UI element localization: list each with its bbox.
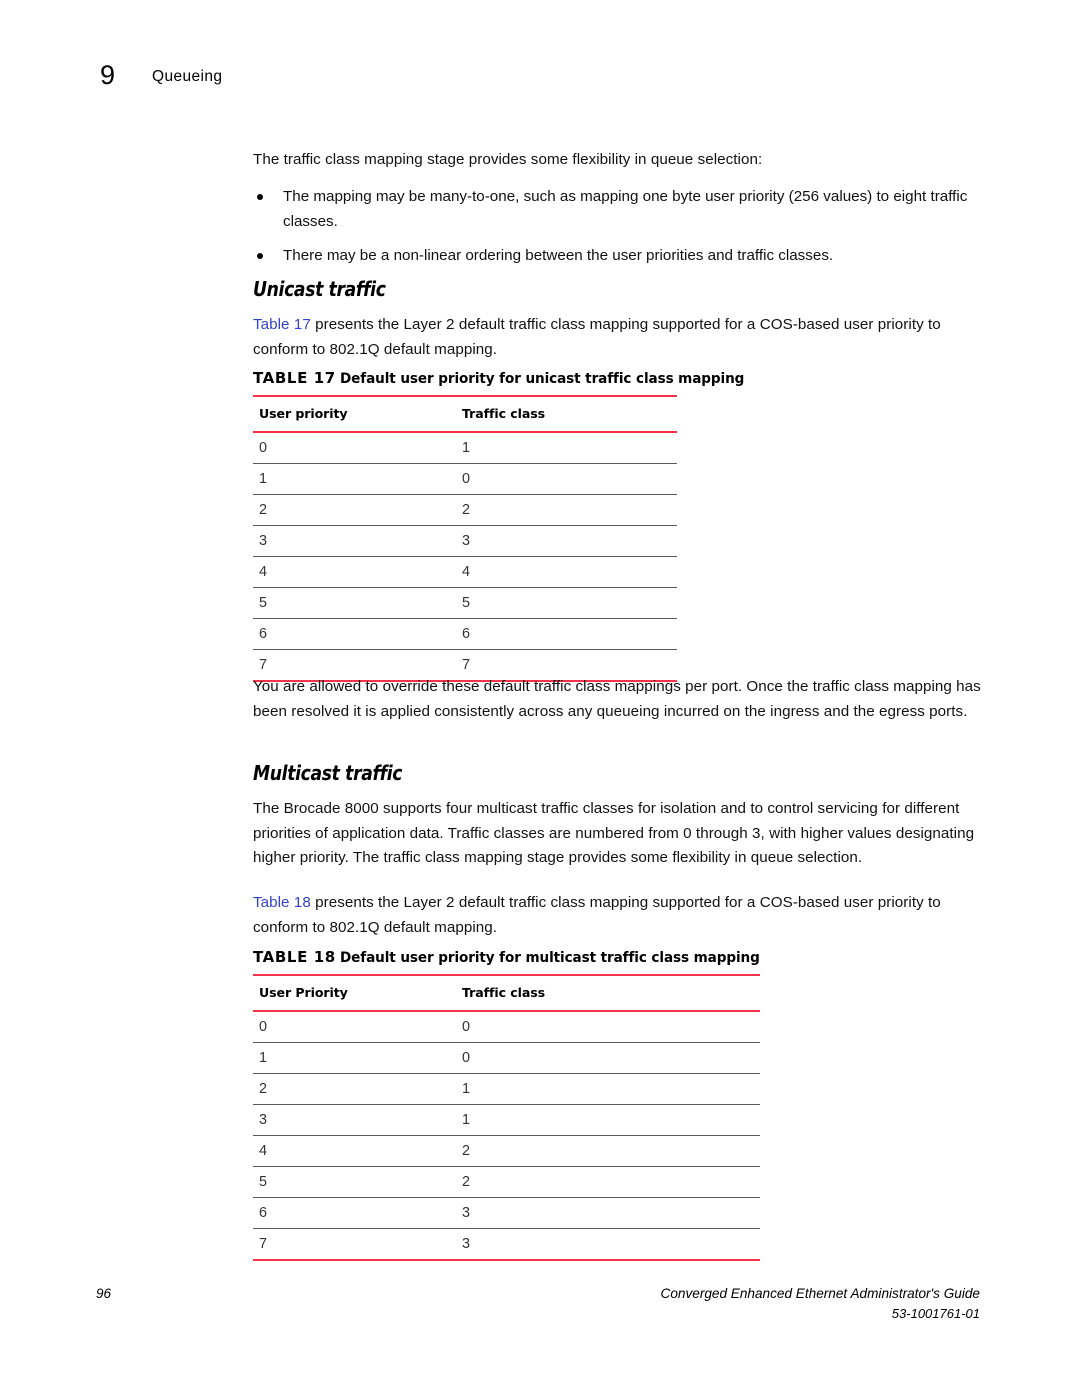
column-header-user-priority: User priority xyxy=(253,395,456,433)
multicast-section-heading-block: Multicast traffic xyxy=(253,760,993,786)
multicast-intro-rest: presents the Layer 2 default traffic cla… xyxy=(253,894,941,936)
cell-traffic-class: 2 xyxy=(456,1135,760,1167)
cell-user-priority: 2 xyxy=(253,494,456,526)
table-row: 5 2 xyxy=(253,1166,760,1198)
multicast-paragraph-text: The Brocade 8000 supports four multicast… xyxy=(253,800,975,866)
cell-traffic-class: 2 xyxy=(456,494,677,526)
cell-user-priority: 3 xyxy=(253,525,456,557)
cell-traffic-class: 1 xyxy=(456,1104,760,1136)
table-row: 7 3 xyxy=(253,1228,760,1261)
bullet-dot-icon xyxy=(257,194,263,200)
cell-user-priority: 6 xyxy=(253,1197,456,1229)
page-header: 9 Queueing xyxy=(0,58,1080,104)
table-header-row: User Priority Traffic class xyxy=(253,974,760,1012)
unicast-intro-block: Table 17 presents the Layer 2 default tr… xyxy=(253,313,993,362)
multicast-intro-block: Table 18 presents the Layer 2 default tr… xyxy=(253,891,993,940)
table-header-row: User priority Traffic class xyxy=(253,395,677,433)
table-row: 0 1 xyxy=(253,432,677,464)
column-header-user-priority: User Priority xyxy=(253,974,456,1012)
cell-traffic-class: 6 xyxy=(456,618,677,650)
list-item: The mapping may be many-to-one, such as … xyxy=(253,185,993,234)
cell-user-priority: 4 xyxy=(253,556,456,588)
table-18-label: TABLE 18 xyxy=(253,948,336,966)
table-row: 6 6 xyxy=(253,618,677,650)
cell-traffic-class: 0 xyxy=(456,1011,760,1043)
table-row: 3 1 xyxy=(253,1104,760,1136)
table-row: 4 4 xyxy=(253,556,677,588)
table18-cross-reference-link[interactable]: Table 18 xyxy=(253,894,311,911)
cell-traffic-class: 3 xyxy=(456,525,677,557)
table-row: 6 3 xyxy=(253,1197,760,1229)
page-title-unicast: Unicast traffic xyxy=(253,277,386,301)
table-row: 4 2 xyxy=(253,1135,760,1167)
table-17-title: Default user priority for unicast traffi… xyxy=(340,370,745,387)
intro-bullet-list: The mapping may be many-to-one, such as … xyxy=(253,185,993,279)
table-17: User priority Traffic class 0 1 1 0 2 2 … xyxy=(253,395,677,682)
cell-traffic-class: 0 xyxy=(456,1042,760,1074)
cell-traffic-class: 0 xyxy=(456,463,677,495)
document-number: 53-1001761-01 xyxy=(891,1306,980,1321)
table-row: 5 5 xyxy=(253,587,677,619)
unicast-section-heading-block: Unicast traffic xyxy=(253,276,993,302)
table17-cross-reference-link[interactable]: Table 17 xyxy=(253,316,311,333)
cell-traffic-class: 2 xyxy=(456,1166,760,1198)
unicast-intro-text: Table 17 presents the Layer 2 default tr… xyxy=(253,313,993,362)
multicast-intro-text: Table 18 presents the Layer 2 default tr… xyxy=(253,891,993,940)
override-paragraph-block: You are allowed to override these defaul… xyxy=(253,675,993,724)
table-row: 3 3 xyxy=(253,525,677,557)
cell-traffic-class: 5 xyxy=(456,587,677,619)
column-header-traffic-class: Traffic class xyxy=(456,395,677,433)
table-row: 1 0 xyxy=(253,1042,760,1074)
intro-lead-text: The traffic class mapping stage provides… xyxy=(253,151,763,168)
table-18: User Priority Traffic class 0 0 1 0 2 1 … xyxy=(253,974,760,1261)
page-title-multicast: Multicast traffic xyxy=(253,761,403,785)
cell-user-priority: 6 xyxy=(253,618,456,650)
table-18-caption: TABLE 18 Default user priority for multi… xyxy=(253,948,760,974)
table-row: 0 0 xyxy=(253,1011,760,1043)
cell-traffic-class: 3 xyxy=(456,1228,760,1261)
cell-user-priority: 5 xyxy=(253,587,456,619)
table-17-block: TABLE 17 Default user priority for unica… xyxy=(253,369,744,682)
cell-user-priority: 5 xyxy=(253,1166,456,1198)
cell-user-priority: 7 xyxy=(253,1228,456,1261)
cell-user-priority: 0 xyxy=(253,1011,456,1043)
chapter-number: 9 xyxy=(100,60,116,90)
override-paragraph-text: You are allowed to override these defaul… xyxy=(253,678,981,720)
table-row: 1 0 xyxy=(253,463,677,495)
list-item-label: The mapping may be many-to-one, such as … xyxy=(283,188,968,230)
table-row: 2 2 xyxy=(253,494,677,526)
list-item-label: There may be a non-linear ordering betwe… xyxy=(283,247,834,264)
cell-traffic-class: 1 xyxy=(456,432,677,464)
list-item: There may be a non-linear ordering betwe… xyxy=(253,244,993,269)
table-18-block: TABLE 18 Default user priority for multi… xyxy=(253,948,760,1261)
column-header-traffic-class: Traffic class xyxy=(456,974,760,1012)
cell-user-priority: 1 xyxy=(253,463,456,495)
table-17-caption: TABLE 17 Default user priority for unica… xyxy=(253,369,744,395)
cell-traffic-class: 3 xyxy=(456,1197,760,1229)
table-18-title: Default user priority for multicast traf… xyxy=(340,949,760,966)
multicast-paragraph-block: The Brocade 8000 supports four multicast… xyxy=(253,797,993,871)
chapter-title: Queueing xyxy=(152,68,223,85)
cell-user-priority: 1 xyxy=(253,1042,456,1074)
cell-traffic-class: 4 xyxy=(456,556,677,588)
cell-user-priority: 4 xyxy=(253,1135,456,1167)
unicast-intro-rest: presents the Layer 2 default traffic cla… xyxy=(253,316,941,358)
table-row: 2 1 xyxy=(253,1073,760,1105)
bullet-dot-icon xyxy=(257,253,263,259)
intro-lead-block: The traffic class mapping stage provides… xyxy=(253,148,993,173)
cell-traffic-class: 1 xyxy=(456,1073,760,1105)
document-title: Converged Enhanced Ethernet Administrato… xyxy=(660,1286,980,1301)
cell-user-priority: 2 xyxy=(253,1073,456,1105)
page-number: 96 xyxy=(96,1286,112,1301)
cell-user-priority: 0 xyxy=(253,432,456,464)
cell-user-priority: 3 xyxy=(253,1104,456,1136)
table-17-label: TABLE 17 xyxy=(253,369,336,387)
